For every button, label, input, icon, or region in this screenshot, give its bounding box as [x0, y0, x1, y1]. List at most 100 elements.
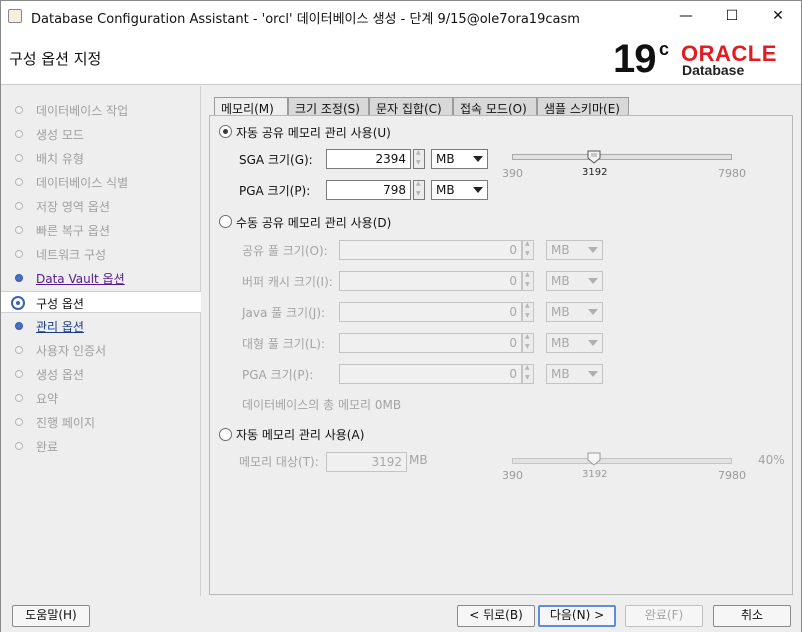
chevron-down-icon [588, 309, 598, 315]
pga-size-label: PGA 크기(P): [239, 184, 311, 198]
manual-field-unit-value: MB [551, 274, 570, 288]
manual-field-unit-value: MB [551, 243, 570, 257]
manual-field-input[interactable]: 0 [339, 271, 522, 291]
step-indicator-icon [15, 202, 23, 210]
memory-target-unit: MB [409, 453, 428, 467]
sga-size-input[interactable]: 2394 [326, 149, 411, 169]
step-label: 네트워크 구성 [36, 248, 107, 262]
asmm-slider-track[interactable] [512, 154, 732, 160]
tab-memory[interactable]: 메모리(M) [214, 97, 288, 116]
pga-size-spinner[interactable] [413, 180, 425, 200]
next-button[interactable]: 다음(N) > [538, 605, 616, 627]
pga-size-input[interactable]: 798 [326, 180, 411, 200]
manual-field-spinner[interactable] [522, 302, 534, 322]
asmm-radio[interactable] [219, 125, 232, 138]
sga-unit-select[interactable]: MB [431, 149, 488, 169]
step-indicator-icon [15, 250, 23, 258]
manual-field-unit-select[interactable]: MB [546, 302, 603, 322]
step-indicator-icon [15, 154, 23, 162]
manual-field-input[interactable]: 0 [339, 364, 522, 384]
manual-field-spinner[interactable] [522, 364, 534, 384]
manual-field-unit-select[interactable]: MB [546, 333, 603, 353]
amm-percent: 40% [758, 453, 785, 467]
amm-slider-min: 390 [502, 469, 523, 482]
page-header: 구성 옵션 지정 19 c ORACLE Database [1, 31, 801, 85]
step-item[interactable]: 관리 옵션 [1, 315, 201, 337]
asmm-slider-thumb[interactable] [587, 150, 601, 164]
tab-sample-schemas[interactable]: 샘플 스키마(E) [537, 97, 629, 116]
asmm-label[interactable]: 자동 공유 메모리 관리 사용(U) [236, 124, 391, 141]
step-indicator-icon [15, 442, 23, 450]
sga-size-spinner[interactable] [413, 149, 425, 169]
step-label: 요약 [36, 392, 59, 406]
step-label: 구성 옵션 [36, 297, 84, 311]
close-button[interactable]: ✕ [755, 1, 801, 31]
manual-field-input[interactable]: 0 [339, 302, 522, 322]
asmm-slider-value: 3192 [582, 167, 608, 178]
pga-unit-value: MB [436, 183, 455, 197]
manual-field-input[interactable]: 0 [339, 240, 522, 260]
logo-version-suffix: c [659, 39, 670, 59]
step-indicator-icon [15, 322, 23, 330]
logo-version: 19 [613, 37, 656, 81]
cancel-button[interactable]: 취소 [713, 605, 791, 627]
manual-field-spinner[interactable] [522, 333, 534, 353]
step-label: 저장 영역 옵션 [36, 200, 110, 214]
manual-field-unit-select[interactable]: MB [546, 364, 603, 384]
manual-field-spinner[interactable] [522, 271, 534, 291]
manual-field-input[interactable]: 0 [339, 333, 522, 353]
chevron-down-icon [588, 247, 598, 253]
step-indicator-icon [15, 346, 23, 354]
title-bar: Database Configuration Assistant - 'orcl… [1, 1, 801, 31]
manual-smm-label[interactable]: 수동 공유 메모리 관리 사용(D) [236, 214, 391, 231]
finish-button[interactable]: 완료(F) [625, 605, 703, 627]
step-label: 데이터베이스 식별 [36, 176, 129, 190]
manual-field-label: 공유 풀 크기(O): [242, 244, 328, 258]
amm-slider-value: 3192 [582, 469, 608, 480]
tab-character-sets[interactable]: 문자 집합(C) [369, 97, 453, 116]
amm-label[interactable]: 자동 메모리 관리 사용(A) [236, 426, 364, 443]
manual-field-spinner[interactable] [522, 240, 534, 260]
step-label: Data Vault 옵션 [36, 272, 125, 286]
window-title: Database Configuration Assistant - 'orcl… [31, 12, 580, 27]
step-item: 생성 옵션 [1, 363, 201, 385]
manual-smm-radio[interactable] [219, 215, 232, 228]
minimize-button[interactable]: — [663, 1, 709, 31]
back-button[interactable]: < 뒤로(B) [457, 605, 535, 627]
step-indicator-icon [15, 106, 23, 114]
manual-field-unit-select[interactable]: MB [546, 240, 603, 260]
step-label: 사용자 인증서 [36, 344, 107, 358]
step-indicator-icon [11, 296, 25, 310]
step-label: 빠른 복구 옵션 [36, 224, 110, 238]
manual-field-unit-select[interactable]: MB [546, 271, 603, 291]
asmm-slider-min: 390 [502, 167, 523, 180]
step-item[interactable]: Data Vault 옵션 [1, 267, 201, 289]
tab-connection-mode[interactable]: 접속 모드(O) [453, 97, 537, 116]
amm-slider-thumb[interactable] [587, 452, 601, 466]
manual-field-label: 버퍼 캐시 크기(I): [242, 275, 333, 289]
manual-field-label: Java 풀 크기(J): [242, 306, 326, 320]
step-label: 생성 모드 [36, 128, 84, 142]
step-label: 관리 옵션 [36, 320, 84, 334]
amm-slider-track[interactable] [512, 458, 732, 464]
chevron-down-icon [588, 371, 598, 377]
step-item: 생성 모드 [1, 123, 201, 145]
step-label: 진행 페이지 [36, 416, 96, 430]
pga-unit-select[interactable]: MB [431, 180, 488, 200]
memory-target-input[interactable]: 3192 [326, 452, 407, 472]
asmm-slider-max: 7980 [718, 167, 746, 180]
total-memory-label: 데이터베이스의 총 메모리 0MB [242, 398, 402, 412]
amm-radio[interactable] [219, 428, 232, 441]
step-indicator-icon [15, 418, 23, 426]
manual-field-unit-value: MB [551, 367, 570, 381]
step-indicator-icon [15, 226, 23, 234]
logo-product: Database [682, 62, 745, 78]
step-item[interactable]: 구성 옵션 [1, 291, 201, 313]
step-indicator-icon [15, 274, 23, 282]
tab-sizing[interactable]: 크기 조정(S) [288, 97, 369, 116]
step-item: 네트워크 구성 [1, 243, 201, 265]
maximize-button[interactable]: ☐ [709, 1, 755, 31]
help-button[interactable]: 도움말(H) [12, 605, 90, 627]
sga-unit-value: MB [436, 152, 455, 166]
step-label: 데이터베이스 작업 [36, 104, 129, 118]
